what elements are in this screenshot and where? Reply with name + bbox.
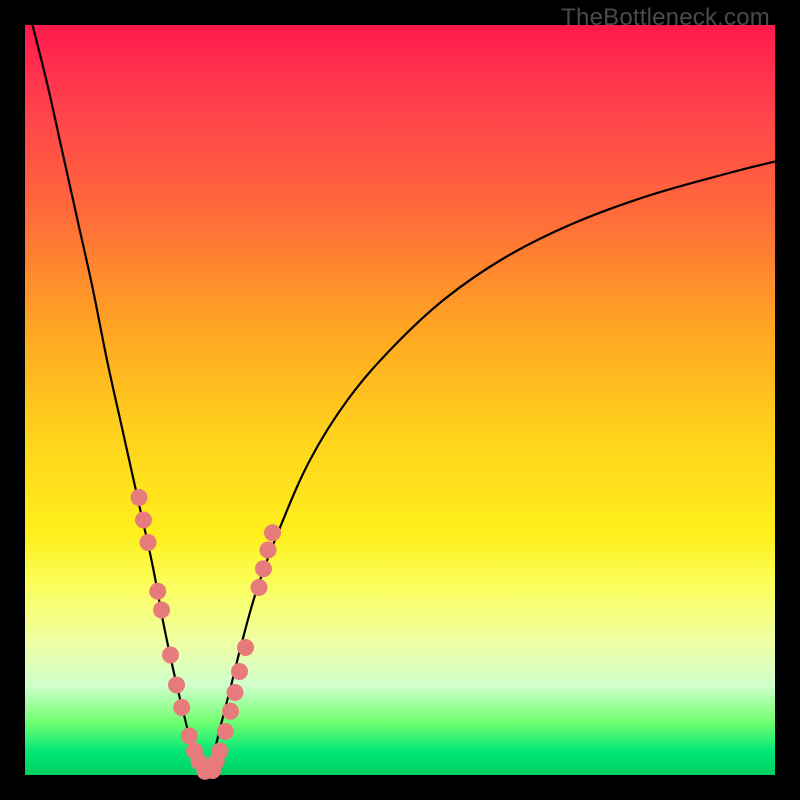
highlight-marker: [135, 512, 152, 529]
highlight-marker: [153, 602, 170, 619]
highlight-marker: [255, 560, 272, 577]
highlight-marker: [173, 699, 190, 716]
highlight-marker: [162, 647, 179, 664]
highlight-marker: [149, 583, 166, 600]
highlight-marker: [231, 663, 248, 680]
highlight-marker: [168, 677, 185, 694]
highlight-marker: [264, 524, 281, 541]
highlight-marker: [181, 728, 198, 745]
watermark-text: TheBottleneck.com: [561, 4, 770, 32]
highlight-marker: [237, 639, 254, 656]
highlight-marker: [140, 534, 157, 551]
marker-group: [131, 489, 282, 780]
highlight-marker: [260, 542, 277, 559]
bottleneck-chart: [25, 25, 775, 775]
highlight-marker: [217, 723, 234, 740]
highlight-marker: [222, 703, 239, 720]
curve-left-arm: [33, 25, 206, 773]
highlight-marker: [227, 684, 244, 701]
curve-right-arm: [205, 162, 775, 773]
highlight-marker: [131, 489, 148, 506]
highlight-marker: [251, 579, 268, 596]
highlight-marker: [212, 743, 229, 760]
